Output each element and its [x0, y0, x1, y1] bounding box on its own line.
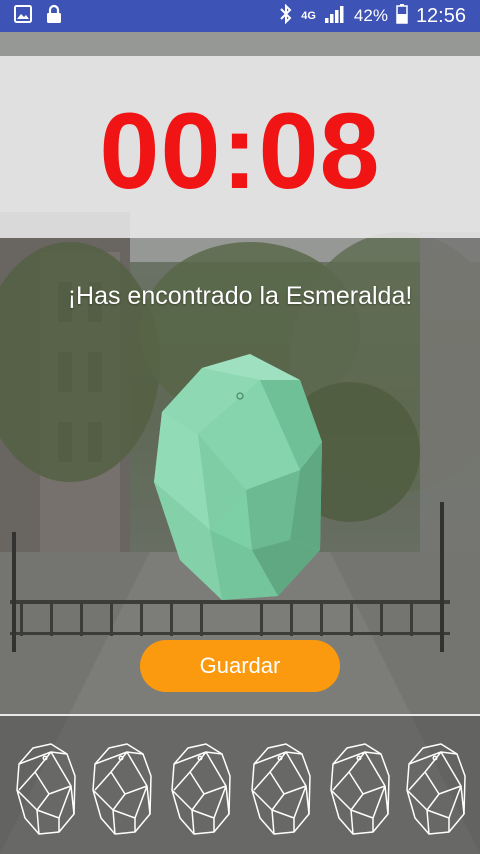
timer-display: 00:08	[99, 90, 381, 211]
clock: 12:56	[415, 4, 466, 27]
battery-icon	[396, 3, 408, 29]
collection-slot-1[interactable]	[15, 742, 77, 836]
emerald-gem	[150, 350, 330, 605]
save-button[interactable]: Guardar	[140, 640, 340, 692]
empty-gem-outline-icon	[251, 743, 311, 835]
empty-gem-outline-icon	[330, 743, 390, 835]
collection-slot-4[interactable]	[250, 742, 312, 836]
bluetooth-icon	[279, 3, 293, 29]
empty-gem-outline-icon	[16, 743, 76, 835]
battery-percent: 42%	[353, 6, 388, 25]
image-icon	[14, 4, 32, 28]
network-type-label: 4G	[301, 10, 316, 22]
lock-icon	[46, 4, 62, 29]
timer-panel: 00:08	[0, 56, 480, 238]
signal-icon	[324, 4, 346, 29]
collection-slot-6[interactable]	[405, 742, 467, 836]
found-message: ¡Has encontrado la Esmeralda!	[67, 282, 413, 310]
collection-slot-2[interactable]	[91, 742, 153, 836]
empty-gem-outline-icon	[171, 743, 231, 835]
empty-gem-outline-icon	[92, 743, 152, 835]
status-bar: 4G 42% 12:56	[0, 0, 480, 32]
collection-slot-5[interactable]	[329, 742, 391, 836]
collection-slot-3[interactable]	[170, 742, 232, 836]
empty-gem-outline-icon	[406, 743, 466, 835]
